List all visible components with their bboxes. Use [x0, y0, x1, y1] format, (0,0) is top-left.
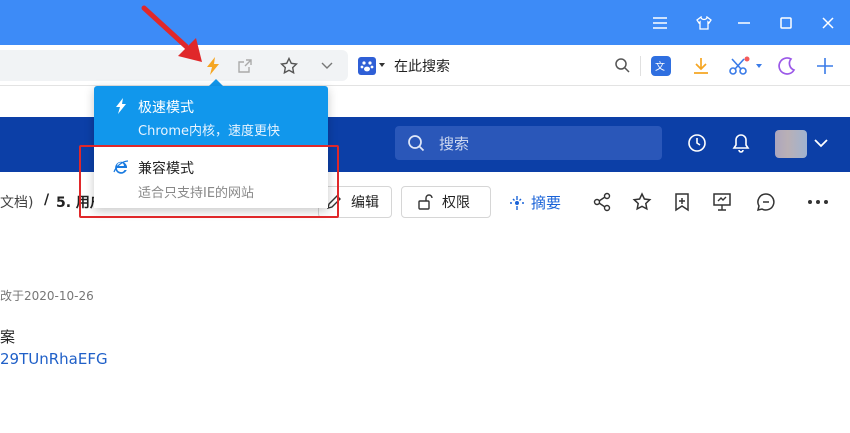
- summary-sparkle-icon: [509, 195, 525, 211]
- maximize-icon[interactable]: [769, 0, 803, 45]
- summary-label: 摘要: [531, 194, 562, 212]
- engine-dropdown-icon[interactable]: [379, 63, 385, 67]
- modified-date: 改于2020-10-26: [0, 289, 94, 303]
- scissors-dropdown-icon[interactable]: [756, 64, 762, 68]
- svg-text:文: 文: [655, 60, 665, 73]
- search-icon[interactable]: [614, 57, 630, 77]
- search-engine-box[interactable]: 在此搜索: [354, 50, 638, 81]
- favorite-star-icon[interactable]: [630, 190, 654, 214]
- annotation-arrow: [140, 4, 210, 68]
- window-titlebar: [0, 0, 850, 45]
- app-search-placeholder: 搜索: [439, 135, 470, 153]
- permission-button[interactable]: 权限: [401, 186, 491, 218]
- bookmark-add-icon[interactable]: [670, 190, 694, 214]
- chevron-down-icon[interactable]: [808, 130, 834, 156]
- search-engine-placeholder: 在此搜索: [394, 59, 450, 75]
- baidu-paw-icon[interactable]: [358, 57, 376, 75]
- edit-label: 编辑: [351, 195, 379, 211]
- presentation-icon[interactable]: [710, 190, 734, 214]
- fast-mode-title: 极速模式: [138, 100, 194, 116]
- highlight-annotation-box: [79, 145, 339, 218]
- permission-label: 权限: [442, 195, 470, 211]
- clock-history-icon[interactable]: [684, 130, 710, 156]
- close-icon[interactable]: [811, 0, 845, 45]
- download-icon[interactable]: [688, 53, 714, 79]
- more-options-icon[interactable]: [806, 190, 830, 214]
- breadcrumb-separator: /: [44, 192, 50, 208]
- menu-icon[interactable]: [643, 0, 677, 45]
- plus-icon[interactable]: [812, 53, 838, 79]
- document-link[interactable]: 29TUnRhaEFG: [0, 350, 108, 368]
- summary-button[interactable]: 摘要: [509, 192, 561, 213]
- fast-mode-option[interactable]: 极速模式 Chrome内核，速度更快: [94, 86, 328, 145]
- browser-toolbar: 在此搜索 文: [0, 45, 850, 86]
- app-search-input[interactable]: 搜索: [395, 126, 662, 160]
- translate-icon[interactable]: 文: [648, 53, 674, 79]
- lock-icon: [416, 193, 434, 211]
- body-text: 案: [0, 328, 16, 346]
- bell-icon[interactable]: [728, 130, 754, 156]
- search-icon: [407, 134, 425, 156]
- avatar[interactable]: [775, 130, 807, 158]
- comment-icon[interactable]: [754, 190, 778, 214]
- share-page-icon[interactable]: [232, 53, 258, 79]
- night-mode-moon-icon[interactable]: [774, 53, 800, 79]
- skin-icon[interactable]: [687, 0, 721, 45]
- lightning-icon: [112, 97, 130, 115]
- breadcrumb-parent[interactable]: 文档): [0, 192, 33, 212]
- fast-mode-desc: Chrome内核，速度更快: [138, 124, 280, 139]
- screenshot-scissors-icon[interactable]: [726, 53, 752, 79]
- chevron-down-icon[interactable]: [314, 53, 340, 79]
- minimize-icon[interactable]: [727, 0, 761, 45]
- star-icon[interactable]: [276, 53, 302, 79]
- share-icon[interactable]: [590, 190, 614, 214]
- toolbar-divider: [640, 56, 641, 76]
